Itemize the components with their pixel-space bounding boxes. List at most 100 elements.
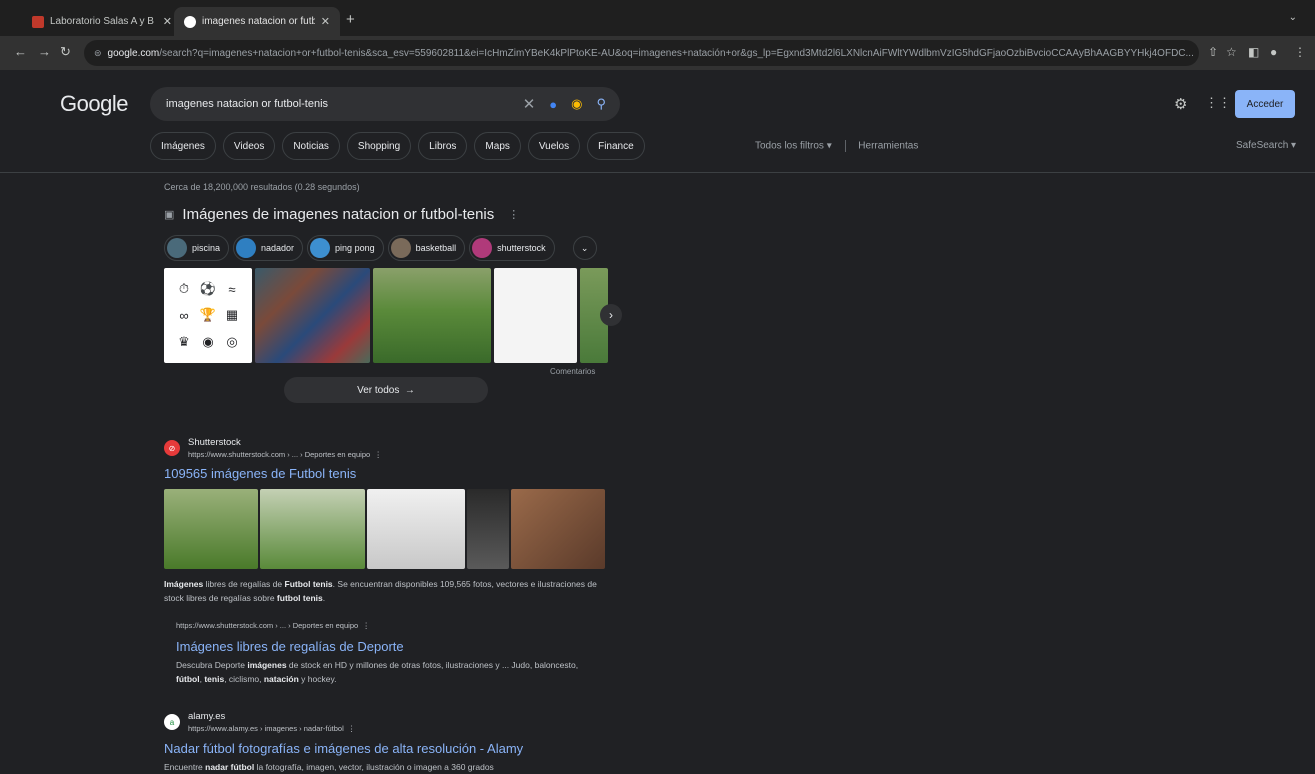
see-all-label: Ver todos (357, 384, 400, 396)
images-heading[interactable]: ▣ Imágenes de imagenes natacion or futbo… (164, 206, 519, 223)
safesearch-button[interactable]: SafeSearch ▾ (1236, 140, 1296, 151)
tab-flights[interactable]: Vuelos (527, 132, 581, 160)
tab-laboratorio[interactable]: Laboratorio Salas A y B ✕ (22, 7, 182, 36)
image-icon: ▣ (164, 209, 175, 221)
image-result[interactable] (260, 489, 365, 569)
related-chip-piscina[interactable]: piscina (164, 235, 230, 261)
image-result[interactable] (164, 489, 258, 569)
thumb-avatar (310, 238, 331, 258)
more-options-icon[interactable]: ⋮ (508, 208, 519, 221)
images-heading-text: Imágenes de imagenes natacion or futbol-… (182, 206, 495, 223)
share-icon[interactable]: ⇧ (1208, 45, 1218, 59)
cup-icon: ♛ (178, 333, 190, 349)
tab-news[interactable]: Noticias (282, 132, 340, 160)
image-result[interactable]: ⏱ ⚽ ≈ ∞ 🏆 ▦ ♛ ◉ ◎ (164, 268, 252, 363)
safesearch-label: SafeSearch (1236, 140, 1289, 151)
lens-icon[interactable]: ◉ (571, 96, 582, 112)
result-snippet: Encuentre nadar fútbol la fotografía, im… (164, 762, 494, 772)
url-domain: google.com (107, 47, 160, 59)
sublink-title-link[interactable]: Imágenes libres de regalías de Deporte (176, 639, 404, 654)
sublink-snippet: Descubra Deporte imágenes de stock en HD… (176, 660, 579, 684)
tab-videos[interactable]: Videos (222, 132, 276, 160)
profile-icon[interactable]: ● (1270, 45, 1277, 59)
close-tab-icon[interactable]: ✕ (163, 15, 172, 28)
tab-strip: Laboratorio Salas A y B ✕ imagenes natac… (0, 0, 1315, 36)
search-input[interactable]: imagenes natacion or futbol-tenis (166, 98, 523, 110)
mic-icon[interactable]: ● (549, 97, 557, 112)
site-url: https://www.alamy.es › imagenes › nadar-… (188, 724, 356, 733)
tab-title: Laboratorio Salas A y B (50, 16, 154, 27)
bookmark-star-icon[interactable]: ☆ (1226, 45, 1237, 59)
chip-label: nadador (261, 243, 295, 253)
sign-in-button[interactable]: Acceder (1235, 90, 1295, 118)
signal-icon: ◉ (202, 333, 214, 349)
google-favicon-icon (184, 15, 196, 28)
thumb-avatar (236, 238, 257, 258)
clear-icon[interactable]: ✕ (523, 95, 536, 113)
chip-label: shutterstock (497, 243, 546, 253)
scoreboard-icon: ▦ (225, 307, 239, 323)
settings-gear-icon[interactable]: ⚙ (1174, 95, 1187, 113)
back-icon[interactable]: ← (14, 44, 27, 59)
chevron-right-icon[interactable]: › (600, 304, 622, 326)
forward-icon[interactable]: → (38, 44, 51, 59)
alamy-logo-icon: a (164, 714, 180, 730)
see-all-button[interactable]: Ver todos → (284, 377, 488, 403)
expand-related-icon[interactable]: ⌄ (572, 236, 597, 260)
chip-label: basketball (415, 243, 457, 253)
tools-button[interactable]: Herramientas (858, 141, 918, 152)
result-source[interactable]: a alamy.es https://www.alamy.es › imagen… (164, 711, 355, 733)
thumb-avatar (167, 238, 187, 258)
tab-finance[interactable]: Finance (587, 132, 645, 160)
trophy-icon: 🏆 (199, 307, 217, 323)
search-box[interactable]: imagenes natacion or futbol-tenis ✕ ● ◉ … (150, 87, 620, 121)
address-bar[interactable]: ⊜ google.com /search?q=imagenes+natacion… (84, 40, 1199, 66)
result-title-link[interactable]: Nadar fútbol fotografías e imágenes de a… (164, 741, 523, 756)
google-logo[interactable]: Google (60, 91, 128, 117)
site-info-icon[interactable]: ⊜ (94, 48, 102, 59)
tab-maps[interactable]: Maps (474, 132, 521, 160)
tab-images[interactable]: Imágenes (150, 132, 216, 160)
comments-link[interactable]: Comentarios (550, 367, 595, 376)
image-result[interactable] (511, 489, 605, 569)
image-result[interactable] (255, 268, 370, 363)
thumb-avatar (472, 238, 493, 258)
header-divider (0, 172, 1315, 173)
side-panel-icon[interactable]: ◧ (1248, 45, 1259, 59)
site-favicon-icon (32, 15, 44, 28)
tab-title: imagenes natacion or futbol-t (202, 16, 315, 27)
broadcast-icon: ◎ (226, 333, 238, 349)
image-result[interactable] (494, 268, 577, 363)
chip-label: ping pong (335, 243, 375, 253)
site-name: alamy.es (188, 711, 226, 722)
reload-icon[interactable]: ↻ (60, 44, 71, 60)
tab-shopping[interactable]: Shopping (346, 132, 412, 160)
related-chip-nadador[interactable]: nadador (233, 235, 304, 261)
swim-icon: ≈ (228, 281, 236, 297)
related-chip-ping-pong[interactable]: ping pong (307, 235, 384, 261)
menu-icon[interactable]: ⋮ (1294, 45, 1306, 59)
new-tab-icon[interactable]: + (346, 11, 355, 28)
search-icon[interactable]: ⚲ (596, 96, 606, 112)
shutterstock-logo-icon: ⊘ (164, 440, 180, 456)
url-path: /search?q=imagenes+natacion+or+futbol-te… (159, 47, 1194, 59)
related-chip-shutterstock[interactable]: shutterstock (469, 235, 555, 261)
sublink-url: https://www.shutterstock.com › ... › Dep… (176, 621, 370, 630)
chip-label: piscina (192, 243, 221, 253)
site-name: Shutterstock (188, 437, 241, 448)
related-chip-basketball[interactable]: basketball (387, 235, 466, 261)
tab-search-icon[interactable]: ⌄ (1289, 12, 1297, 23)
thumb-avatar (390, 238, 411, 258)
result-title-link[interactable]: 109565 imágenes de Futbol tenis (164, 466, 356, 481)
image-result[interactable] (367, 489, 465, 569)
close-tab-icon[interactable]: ✕ (321, 15, 330, 28)
result-source[interactable]: ⊘ Shutterstock https://www.shutterstock.… (164, 437, 382, 459)
search-tabs: Imágenes Videos Noticias Shopping Libros… (150, 132, 645, 160)
related-searches: piscina nadador ping pong basketball shu… (164, 235, 597, 261)
site-url: https://www.shutterstock.com › ... › Dep… (188, 450, 382, 459)
tab-google-search[interactable]: imagenes natacion or futbol-t ✕ (174, 7, 340, 36)
image-result[interactable] (467, 489, 509, 569)
tab-books[interactable]: Libros (418, 132, 468, 160)
image-result[interactable] (373, 268, 491, 363)
all-filters-button[interactable]: Todos los filtros (755, 141, 824, 152)
